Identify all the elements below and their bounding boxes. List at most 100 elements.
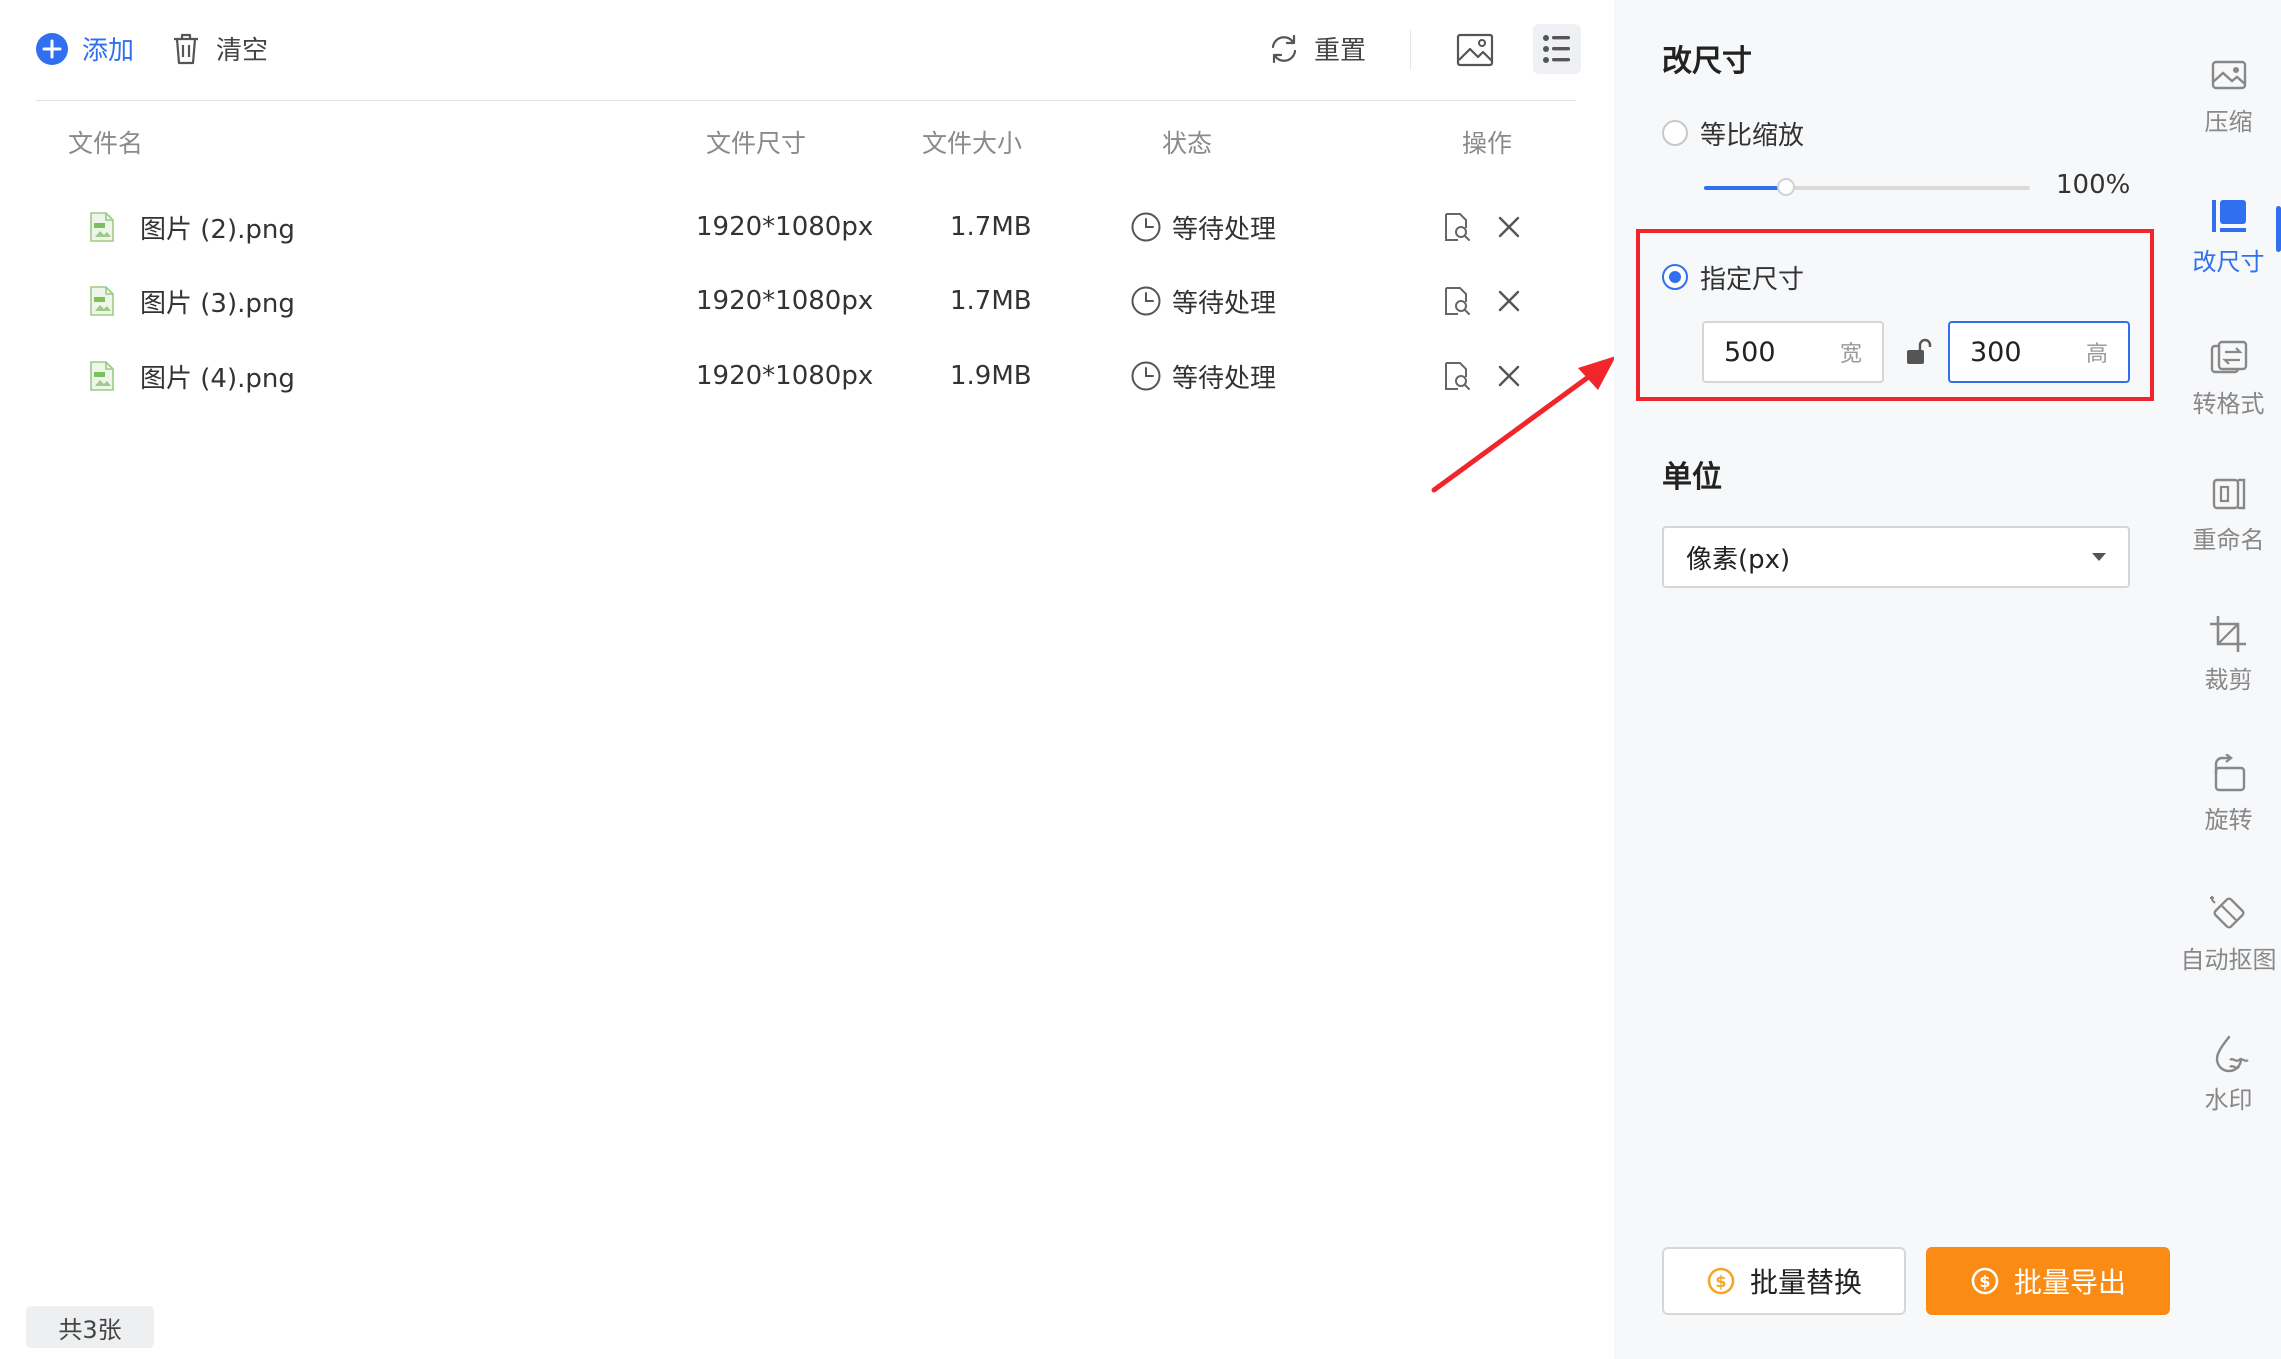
plus-circle-icon [34,31,70,67]
image-icon [1456,33,1494,67]
add-button[interactable]: 添加 [34,30,134,67]
header-actions: 操作 [1462,129,1513,158]
header-filename: 文件名 [68,129,144,158]
coin-icon: $ [1707,1267,1735,1295]
scale-percent: 100% [2056,170,2131,200]
batch-export-label: 批量导出 [2013,1266,2126,1299]
png-file-icon [88,266,116,336]
clock-icon [1131,361,1161,391]
sidebar-item-label: 转格式 [2192,390,2265,418]
file-name: 图片 (2).png [140,214,295,245]
sidebar-item-label: 裁剪 [2204,666,2253,694]
sidebar-item-label: 自动抠图 [2180,946,2277,974]
cutout-icon [2209,896,2245,929]
convert-icon [2210,340,2247,374]
unit-selected: 像素(px) [1686,544,1791,575]
preview-button[interactable] [1442,192,1472,262]
sidebar-item-crop[interactable]: 裁剪 [2176,614,2281,695]
file-name: 图片 (4).png [140,363,295,394]
height-value: 300 [1970,336,2022,368]
sidebar-item-label: 水印 [2204,1086,2253,1114]
sidebar-item-cutout[interactable]: 自动抠图 [2176,894,2281,975]
batch-replace-label: 批量替换 [1749,1266,1862,1299]
clock-icon [1131,286,1161,316]
sidebar-item-label: 改尺寸 [2192,248,2265,276]
clock-icon [1131,212,1161,242]
list-icon [1543,35,1570,63]
file-size: 1.7MB [950,286,1032,316]
width-value: 500 [1724,336,1776,368]
refresh-icon [1266,31,1302,67]
toolbar-divider [1410,30,1411,70]
sidebar-item-watermark[interactable]: 水印 [2176,1034,2281,1115]
unit-title: 单位 [1662,460,1722,495]
preview-icon [1445,213,1470,241]
panel-title: 改尺寸 [1662,44,1752,79]
list-view-button[interactable] [1533,24,1581,74]
file-size: 1.9MB [950,361,1032,391]
rename-icon [2212,478,2245,510]
scale-slider-fill [1704,186,1786,190]
png-file-icon [88,341,116,411]
sidebar-item-label: 旋转 [2204,806,2253,834]
header-filesize: 文件大小 [922,129,1023,158]
sidebar-item-rename[interactable]: 重命名 [2176,474,2281,555]
sidebar-item-label: 重命名 [2192,526,2265,554]
status: 等待处理 [1130,341,1276,411]
close-icon [1498,290,1520,312]
sidebar-item-label: 压缩 [2204,108,2253,136]
header-status: 状态 [1162,129,1213,158]
toolbar-separator [36,100,1576,101]
sidebar-item-convert[interactable]: 转格式 [2176,338,2281,419]
proportional-radio[interactable] [1662,120,1688,146]
add-label: 添加 [82,36,135,66]
height-input[interactable]: 300 高 [1948,321,2130,383]
specified-size-radio[interactable] [1662,264,1688,290]
coin-icon: $ [1971,1267,1999,1295]
sidebar-item-resize[interactable]: 改尺寸 [2176,196,2281,277]
settings-panel [1614,0,2176,1359]
chevron-down-icon [2092,553,2106,561]
sidebar-item-compress[interactable]: 压缩 [2176,56,2281,137]
table-row[interactable]: 图片 (4).png 1920*1080px 1.9MB 等待处理 [36,341,1576,411]
scale-slider-handle[interactable] [1776,178,1795,196]
proportional-label: 等比缩放 [1700,121,1805,151]
reset-button[interactable]: 重置 [1266,30,1366,67]
preview-icon [1445,287,1470,315]
crop-icon [2209,616,2246,652]
remove-button[interactable] [1496,192,1522,262]
close-icon [1498,216,1520,238]
width-unit: 宽 [1839,342,1862,367]
unit-select[interactable]: 像素(px) [1662,526,2130,588]
remove-button[interactable] [1496,266,1522,336]
specified-size-label: 指定尺寸 [1700,265,1805,295]
status: 等待处理 [1130,266,1276,336]
batch-export-button[interactable]: $ 批量导出 [1926,1247,2170,1315]
clear-button[interactable]: 清空 [168,30,268,67]
svg-text:$: $ [1979,1272,1990,1291]
status-text: 等待处理 [1172,363,1277,394]
file-dimensions: 1920*1080px [696,286,874,316]
sidebar-item-rotate[interactable]: 旋转 [2176,754,2281,835]
status-text: 等待处理 [1172,214,1277,245]
resize-icon [2211,200,2246,232]
batch-replace-button[interactable]: $ 批量替换 [1662,1247,1906,1315]
preview-button[interactable] [1442,266,1472,336]
width-input[interactable]: 500 宽 [1702,321,1884,383]
height-unit: 高 [2085,342,2108,367]
file-name: 图片 (3).png [140,288,295,319]
image-view-button[interactable] [1455,30,1495,70]
table-row[interactable]: 图片 (3).png 1920*1080px 1.7MB 等待处理 [36,266,1576,336]
watermark-icon [2215,1035,2249,1073]
reset-label: 重置 [1314,36,1367,66]
png-file-icon [88,192,116,262]
svg-text:$: $ [1715,1272,1726,1291]
trash-icon [168,31,204,67]
unlock-icon [1907,338,1932,364]
compress-icon [2211,60,2246,90]
header-dimensions: 文件尺寸 [706,129,807,158]
table-row[interactable]: 图片 (2).png 1920*1080px 1.7MB 等待处理 [36,192,1576,262]
file-count-badge: 共3张 [26,1306,154,1348]
aspect-lock-button[interactable] [1904,337,1932,371]
annotation-arrow [1431,356,1616,493]
